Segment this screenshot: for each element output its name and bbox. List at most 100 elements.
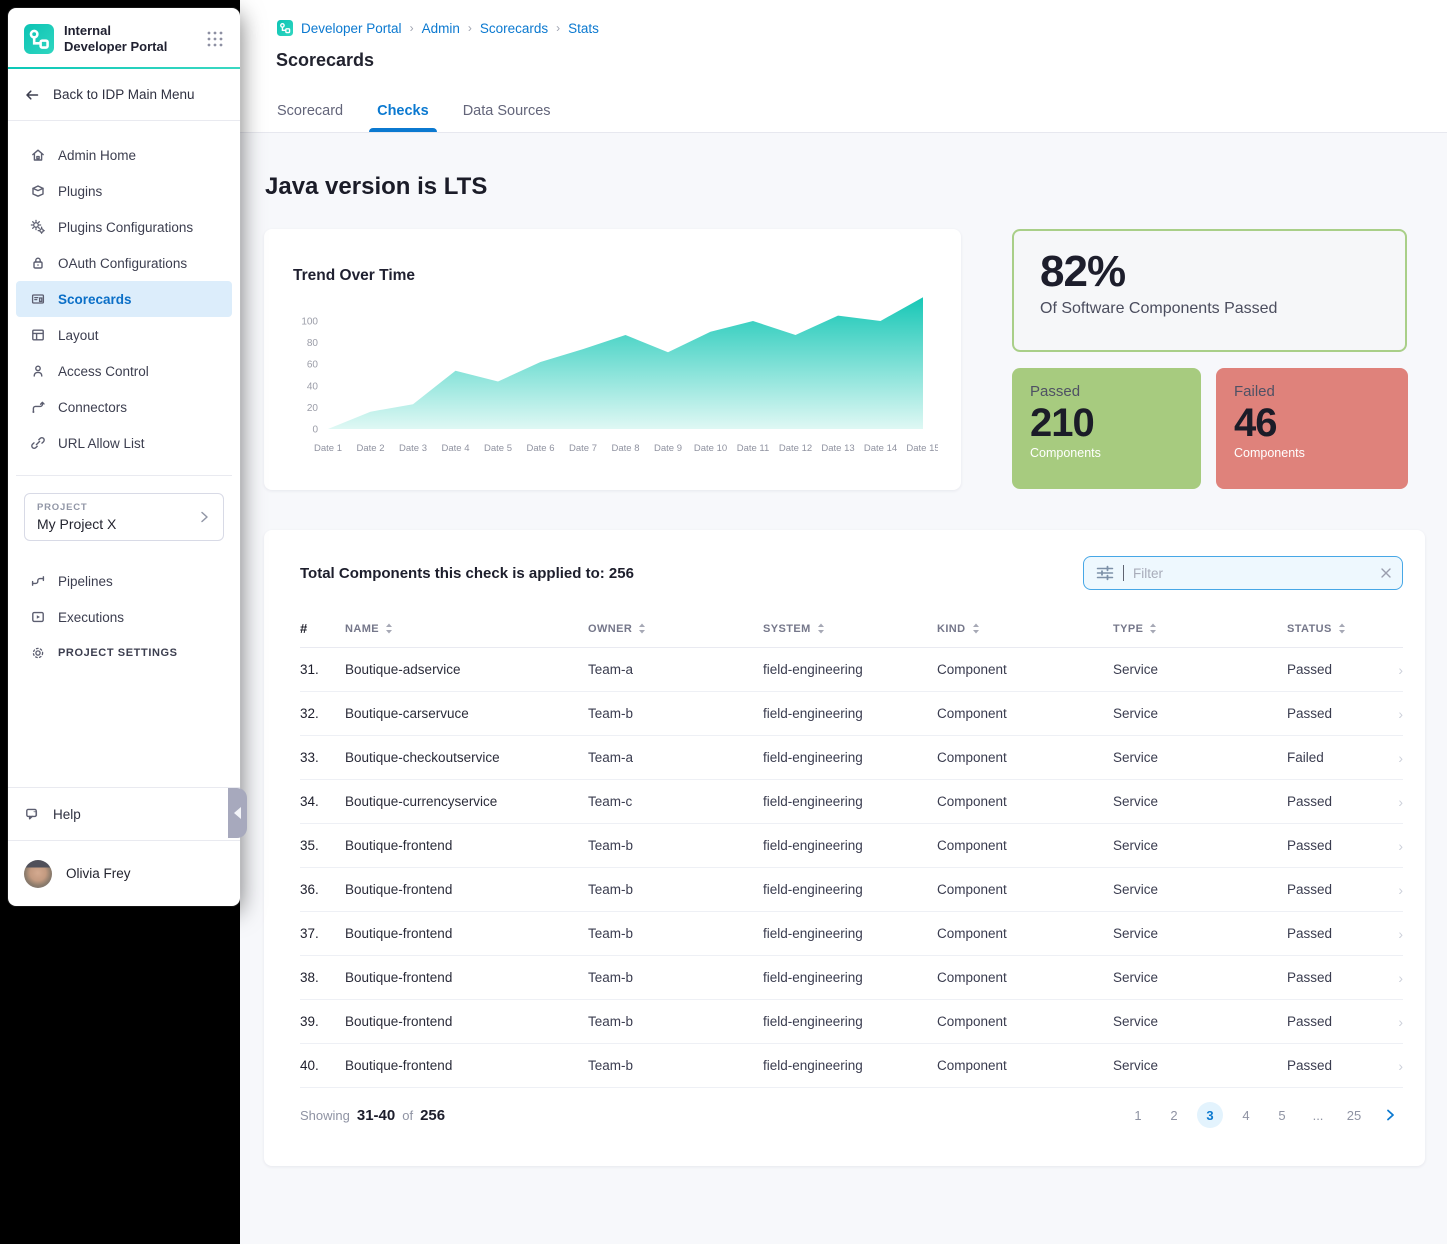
filter-input[interactable] — [1133, 566, 1371, 581]
breadcrumb-separator: › — [468, 21, 472, 35]
table-row[interactable]: 39.Boutique-frontendTeam-bfield-engineer… — [300, 1000, 1403, 1044]
sidebar-item-url-allow-list[interactable]: URL Allow List — [16, 425, 232, 461]
row-chevron-icon[interactable]: › — [1389, 1058, 1403, 1074]
svg-text:Date 15: Date 15 — [906, 443, 938, 454]
project-selector[interactable]: PROJECT My Project X — [24, 493, 224, 541]
table-row[interactable]: 37.Boutique-frontendTeam-bfield-engineer… — [300, 912, 1403, 956]
table-cell: Team-c — [588, 794, 763, 809]
table-cell: Passed — [1287, 1058, 1389, 1073]
row-chevron-icon[interactable]: › — [1389, 882, 1403, 898]
table-cell: Boutique-currencyservice — [345, 794, 588, 809]
table-row[interactable]: 40.Boutique-frontendTeam-bfield-engineer… — [300, 1044, 1403, 1088]
sidebar-collapse-handle[interactable] — [228, 788, 247, 838]
table-cell: Boutique-frontend — [345, 926, 588, 941]
table-row[interactable]: 33.Boutique-checkoutserviceTeam-afield-e… — [300, 736, 1403, 780]
breadcrumb-link[interactable]: Scorecards — [480, 21, 548, 36]
table-cell: Boutique-carservuce — [345, 706, 588, 721]
sidebar-item-pipelines[interactable]: Pipelines — [16, 563, 232, 599]
sidebar-item-plugins[interactable]: Plugins — [16, 173, 232, 209]
breadcrumb-link[interactable]: Stats — [568, 21, 599, 36]
app-switcher-icon[interactable] — [206, 30, 224, 48]
sidebar-item-connectors[interactable]: Connectors — [16, 389, 232, 425]
breadcrumb-link[interactable]: Developer Portal — [301, 21, 402, 36]
column-header-status[interactable]: STATUS — [1287, 623, 1389, 635]
page-header: Developer Portal › Admin › Scorecards › … — [240, 0, 1447, 133]
row-chevron-icon[interactable]: › — [1389, 794, 1403, 810]
help-button[interactable]: Help — [8, 787, 240, 840]
row-chevron-icon[interactable]: › — [1389, 926, 1403, 942]
table-row[interactable]: 31.Boutique-adserviceTeam-afield-enginee… — [300, 648, 1403, 692]
sort-icon — [1149, 623, 1157, 634]
table-cell: 34. — [300, 794, 345, 809]
row-chevron-icon[interactable]: › — [1389, 838, 1403, 854]
tab-checks[interactable]: Checks — [377, 93, 429, 132]
table-cell: Component — [937, 750, 1113, 765]
row-chevron-icon[interactable]: › — [1389, 662, 1403, 678]
sidebar-item-plugins-configurations[interactable]: Plugins Configurations — [16, 209, 232, 245]
pagination-page[interactable]: 3 — [1197, 1102, 1223, 1128]
table-row[interactable]: 38.Boutique-frontendTeam-bfield-engineer… — [300, 956, 1403, 1000]
row-chevron-icon[interactable]: › — [1389, 1014, 1403, 1030]
scorecard-icon — [30, 291, 46, 307]
active-tab-underline — [369, 128, 437, 132]
table-cell: Component — [937, 662, 1113, 677]
idp-logo-icon — [277, 20, 293, 36]
failed-label: Failed — [1234, 383, 1390, 400]
column-header-type[interactable]: TYPE — [1113, 623, 1287, 635]
pagination-page[interactable]: 1 — [1125, 1102, 1151, 1128]
sort-icon — [385, 623, 393, 634]
table-cell: field-engineering — [763, 1014, 937, 1029]
table-cell: Service — [1113, 882, 1287, 897]
passed-value: 210 — [1030, 400, 1183, 446]
svg-text:Date 14: Date 14 — [864, 443, 897, 454]
pagination-page[interactable]: 5 — [1269, 1102, 1295, 1128]
pagination-page[interactable]: 4 — [1233, 1102, 1259, 1128]
user-profile[interactable]: Olivia Frey — [8, 840, 240, 906]
sidebar-item-oauth-configurations[interactable]: OAuth Configurations — [16, 245, 232, 281]
table-cell: Service — [1113, 1014, 1287, 1029]
table-row[interactable]: 34.Boutique-currencyserviceTeam-cfield-e… — [300, 780, 1403, 824]
pagination-page[interactable]: 2 — [1161, 1102, 1187, 1128]
pagination-page[interactable]: 25 — [1341, 1102, 1367, 1128]
svg-text:0: 0 — [312, 425, 318, 436]
row-chevron-icon[interactable]: › — [1389, 706, 1403, 722]
filter-sliders-icon[interactable] — [1096, 565, 1114, 581]
next-page-button[interactable] — [1377, 1102, 1403, 1128]
table-cell: Service — [1113, 794, 1287, 809]
sort-icon — [817, 623, 825, 634]
column-header-system[interactable]: SYSTEM — [763, 623, 937, 635]
table-row[interactable]: 35.Boutique-frontendTeam-bfield-engineer… — [300, 824, 1403, 868]
column-header-name[interactable]: NAME — [345, 623, 588, 635]
sort-icon — [1338, 623, 1346, 634]
sidebar-item-admin-home[interactable]: Admin Home — [16, 137, 232, 173]
project-name: My Project X — [37, 516, 116, 532]
back-to-main-menu[interactable]: Back to IDP Main Menu — [8, 69, 240, 121]
svg-text:100: 100 — [301, 317, 318, 328]
check-heading: Java version is LTS — [265, 173, 487, 201]
tab-data-sources[interactable]: Data Sources — [463, 93, 551, 132]
admin-nav: Admin Home Plugins Plugins Configuration… — [8, 121, 240, 476]
table-row[interactable]: 32.Boutique-carservuceTeam-bfield-engine… — [300, 692, 1403, 736]
filter-box[interactable] — [1083, 556, 1403, 590]
table-cell: Service — [1113, 1058, 1287, 1073]
clear-filter-icon[interactable] — [1380, 567, 1392, 579]
sidebar-item-executions[interactable]: Executions — [16, 599, 232, 635]
column-header-kind[interactable]: KIND — [937, 623, 1113, 635]
table-cell: field-engineering — [763, 794, 937, 809]
table-cell: Failed — [1287, 750, 1389, 765]
sidebar-item-access-control[interactable]: Access Control — [16, 353, 232, 389]
sidebar-item-project-settings[interactable]: PROJECT SETTINGS — [16, 635, 232, 671]
pipeline-icon — [30, 573, 46, 589]
tab-scorecard[interactable]: Scorecard — [277, 93, 343, 132]
sidebar-item-layout[interactable]: Layout — [16, 317, 232, 353]
row-chevron-icon[interactable]: › — [1389, 970, 1403, 986]
table-row[interactable]: 36.Boutique-frontendTeam-bfield-engineer… — [300, 868, 1403, 912]
tab-bar: Scorecard Checks Data Sources — [277, 93, 551, 132]
table-cell: field-engineering — [763, 970, 937, 985]
row-chevron-icon[interactable]: › — [1389, 750, 1403, 766]
passed-caption: Components — [1030, 446, 1183, 460]
table-cell: Component — [937, 1058, 1113, 1073]
sidebar-item-scorecards[interactable]: Scorecards — [16, 281, 232, 317]
column-header-owner[interactable]: OWNER — [588, 623, 763, 635]
breadcrumb-link[interactable]: Admin — [422, 21, 460, 36]
